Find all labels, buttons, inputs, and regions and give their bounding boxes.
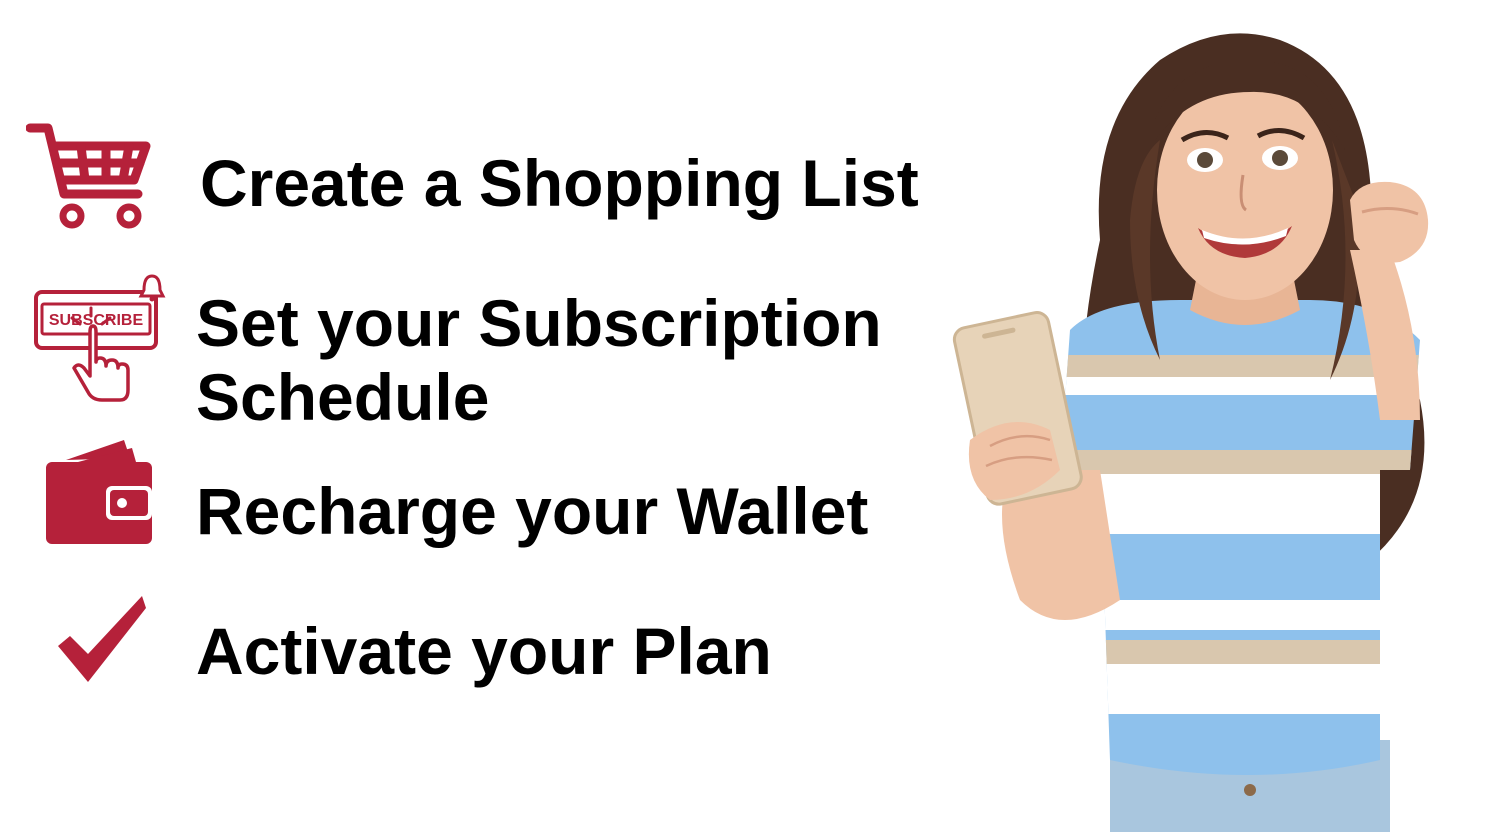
woman-with-phone-image — [952, 33, 1429, 832]
wallet-icon — [46, 440, 152, 544]
step-label-line1: Create a Shopping List — [200, 146, 919, 220]
step-label-line1: Activate your Plan — [196, 614, 772, 688]
subscribe-click-icon: SUBSCRIBE — [34, 274, 166, 402]
checkmark-icon — [58, 596, 146, 682]
step-label: Create a Shopping List — [200, 146, 919, 220]
step-label: Recharge your Wallet — [196, 474, 868, 548]
step-label-line1: Set your Subscription — [196, 286, 882, 360]
step-label: Set your Subscription Schedule — [196, 286, 882, 434]
step-label-line1: Recharge your Wallet — [196, 474, 869, 548]
step-label: Activate your Plan — [196, 614, 772, 688]
step-label-line2: Schedule — [196, 360, 490, 434]
shopping-cart-icon — [26, 123, 151, 229]
